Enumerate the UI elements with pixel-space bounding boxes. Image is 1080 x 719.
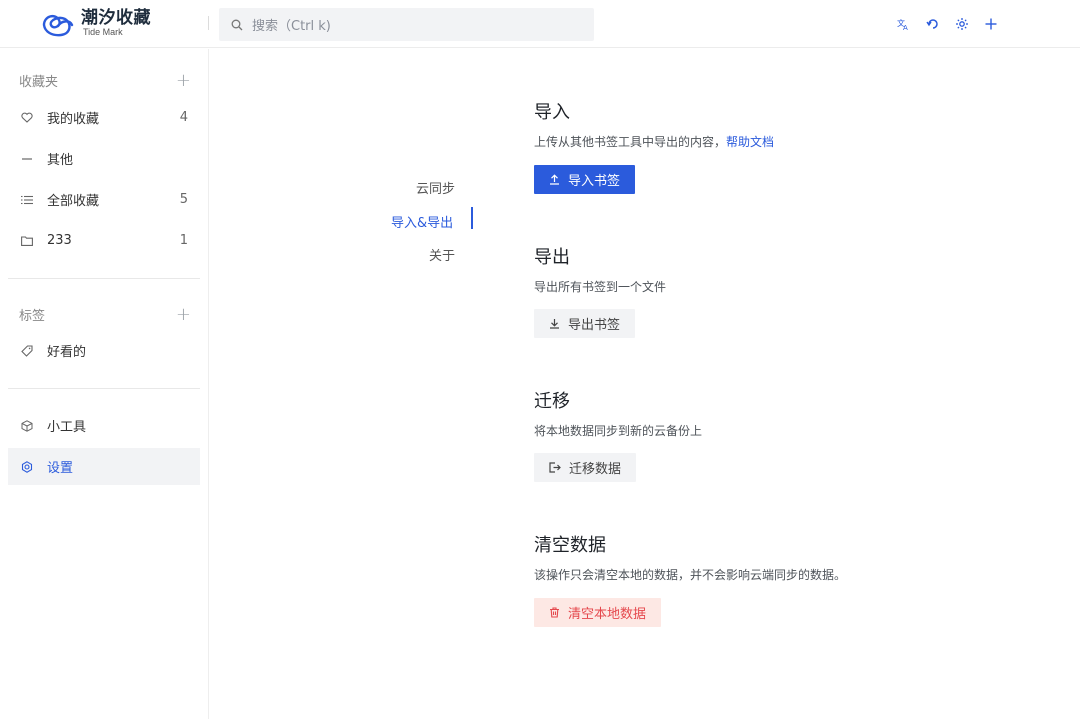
tab-cloud-sync[interactable]: 云同步 xyxy=(416,178,1059,197)
import-description: 上传从其他书签工具中导出的内容， xyxy=(534,135,727,149)
import-bookmarks-button[interactable]: 导入书签 xyxy=(534,165,636,194)
sidebar-item-label: 我的收藏 xyxy=(47,112,100,127)
logout-icon xyxy=(549,462,561,473)
translate-icon[interactable]: 文A xyxy=(896,14,912,34)
search-placeholder: 搜索（Ctrl k) xyxy=(252,19,331,34)
migrate-data-button[interactable]: 迁移数据 xyxy=(534,453,637,482)
upload-icon xyxy=(550,174,559,185)
tab-import-export[interactable]: 导入&导出 xyxy=(391,212,1059,231)
sidebar-item-label: 小工具 xyxy=(47,420,87,435)
search-input[interactable]: 搜索（Ctrl k) xyxy=(219,8,594,41)
add-icon[interactable] xyxy=(983,14,999,34)
tide-logo-icon xyxy=(42,14,74,37)
app-title: 潮汐收藏 xyxy=(81,7,151,28)
clear-title: 清空数据 xyxy=(534,535,606,556)
export-title: 导出 xyxy=(534,247,570,268)
item-count: 4 xyxy=(179,110,188,125)
search-icon xyxy=(231,19,243,30)
add-tag-button[interactable]: + xyxy=(176,305,191,324)
tab-about[interactable]: 关于 xyxy=(429,245,1059,264)
export-bookmarks-button[interactable]: 导出书签 xyxy=(534,309,636,338)
clear-section: 清空数据 该操作只会清空本地的数据，并不会影响云端同步的数据。 xyxy=(534,531,846,583)
top-bar: 潮汐收藏 Tide Mark 搜索（Ctrl k) 文A xyxy=(0,0,1080,48)
settings-icon xyxy=(20,460,34,474)
import-title: 导入 xyxy=(534,102,570,123)
add-favorite-folder-button[interactable]: + xyxy=(176,71,191,90)
cube-icon xyxy=(20,419,34,433)
export-description: 导出所有书签到一个文件 xyxy=(534,280,667,294)
sidebar-item-other[interactable]: 其他 xyxy=(8,140,200,177)
sidebar-item-label: 其他 xyxy=(47,153,74,168)
sync-icon[interactable] xyxy=(925,14,941,34)
clear-local-data-button[interactable]: 清空本地数据 xyxy=(534,598,662,627)
topbar-divider xyxy=(208,16,209,30)
dash-icon xyxy=(20,152,34,166)
tags-header: 标签 + xyxy=(19,305,191,324)
sidebar-item-all-favorites[interactable]: 全部收藏 5 xyxy=(8,181,200,218)
sidebar-item-233[interactable]: 233 1 xyxy=(8,222,200,259)
item-count: 5 xyxy=(179,192,188,207)
divider xyxy=(8,278,200,279)
active-tab-indicator xyxy=(471,207,473,229)
folder-icon xyxy=(20,234,34,248)
trash-icon xyxy=(550,607,559,618)
sidebar: 收藏夹 + 我的收藏 4 其他 全部收藏 5 233 1 标签 + 好看的 小工… xyxy=(0,49,209,719)
sidebar-item-tag-goodlooking[interactable]: 好看的 xyxy=(8,332,200,369)
import-button-label: 导入书签 xyxy=(568,174,621,189)
migrate-description: 将本地数据同步到新的云备份上 xyxy=(534,424,703,438)
list-icon xyxy=(20,193,34,207)
divider xyxy=(8,388,200,389)
sidebar-item-tools[interactable]: 小工具 xyxy=(8,407,200,444)
item-count: 1 xyxy=(179,233,188,248)
theme-sun-icon[interactable] xyxy=(954,14,970,34)
svg-text:A: A xyxy=(903,24,908,31)
sidebar-item-label: 好看的 xyxy=(47,345,87,360)
migrate-button-label: 迁移数据 xyxy=(569,462,622,477)
export-section: 导出 导出所有书签到一个文件 xyxy=(534,243,666,295)
help-docs-link[interactable]: 帮助文档 xyxy=(726,135,774,149)
download-icon xyxy=(550,319,559,329)
favorites-header: 收藏夹 + xyxy=(19,71,191,90)
tag-icon xyxy=(20,344,34,358)
sidebar-item-settings[interactable]: 设置 xyxy=(8,448,200,485)
sidebar-item-label: 全部收藏 xyxy=(47,194,100,209)
clear-button-label: 清空本地数据 xyxy=(568,607,647,622)
heart-icon xyxy=(20,111,34,125)
sidebar-item-my-favorites[interactable]: 我的收藏 4 xyxy=(8,99,200,136)
migrate-title: 迁移 xyxy=(534,391,570,412)
import-section: 导入 上传从其他书签工具中导出的内容，帮助文档 xyxy=(534,98,774,150)
export-button-label: 导出书签 xyxy=(568,318,621,333)
migrate-section: 迁移 将本地数据同步到新的云备份上 xyxy=(534,387,702,439)
sidebar-item-label: 设置 xyxy=(47,461,74,476)
tags-title: 标签 xyxy=(19,309,46,324)
clear-description: 该操作只会清空本地的数据，并不会影响云端同步的数据。 xyxy=(534,568,847,582)
app-logo[interactable]: 潮汐收藏 Tide Mark xyxy=(40,8,151,38)
sidebar-item-label: 233 xyxy=(47,233,72,248)
app-subtitle: Tide Mark xyxy=(83,26,123,37)
favorites-title: 收藏夹 xyxy=(19,75,59,90)
